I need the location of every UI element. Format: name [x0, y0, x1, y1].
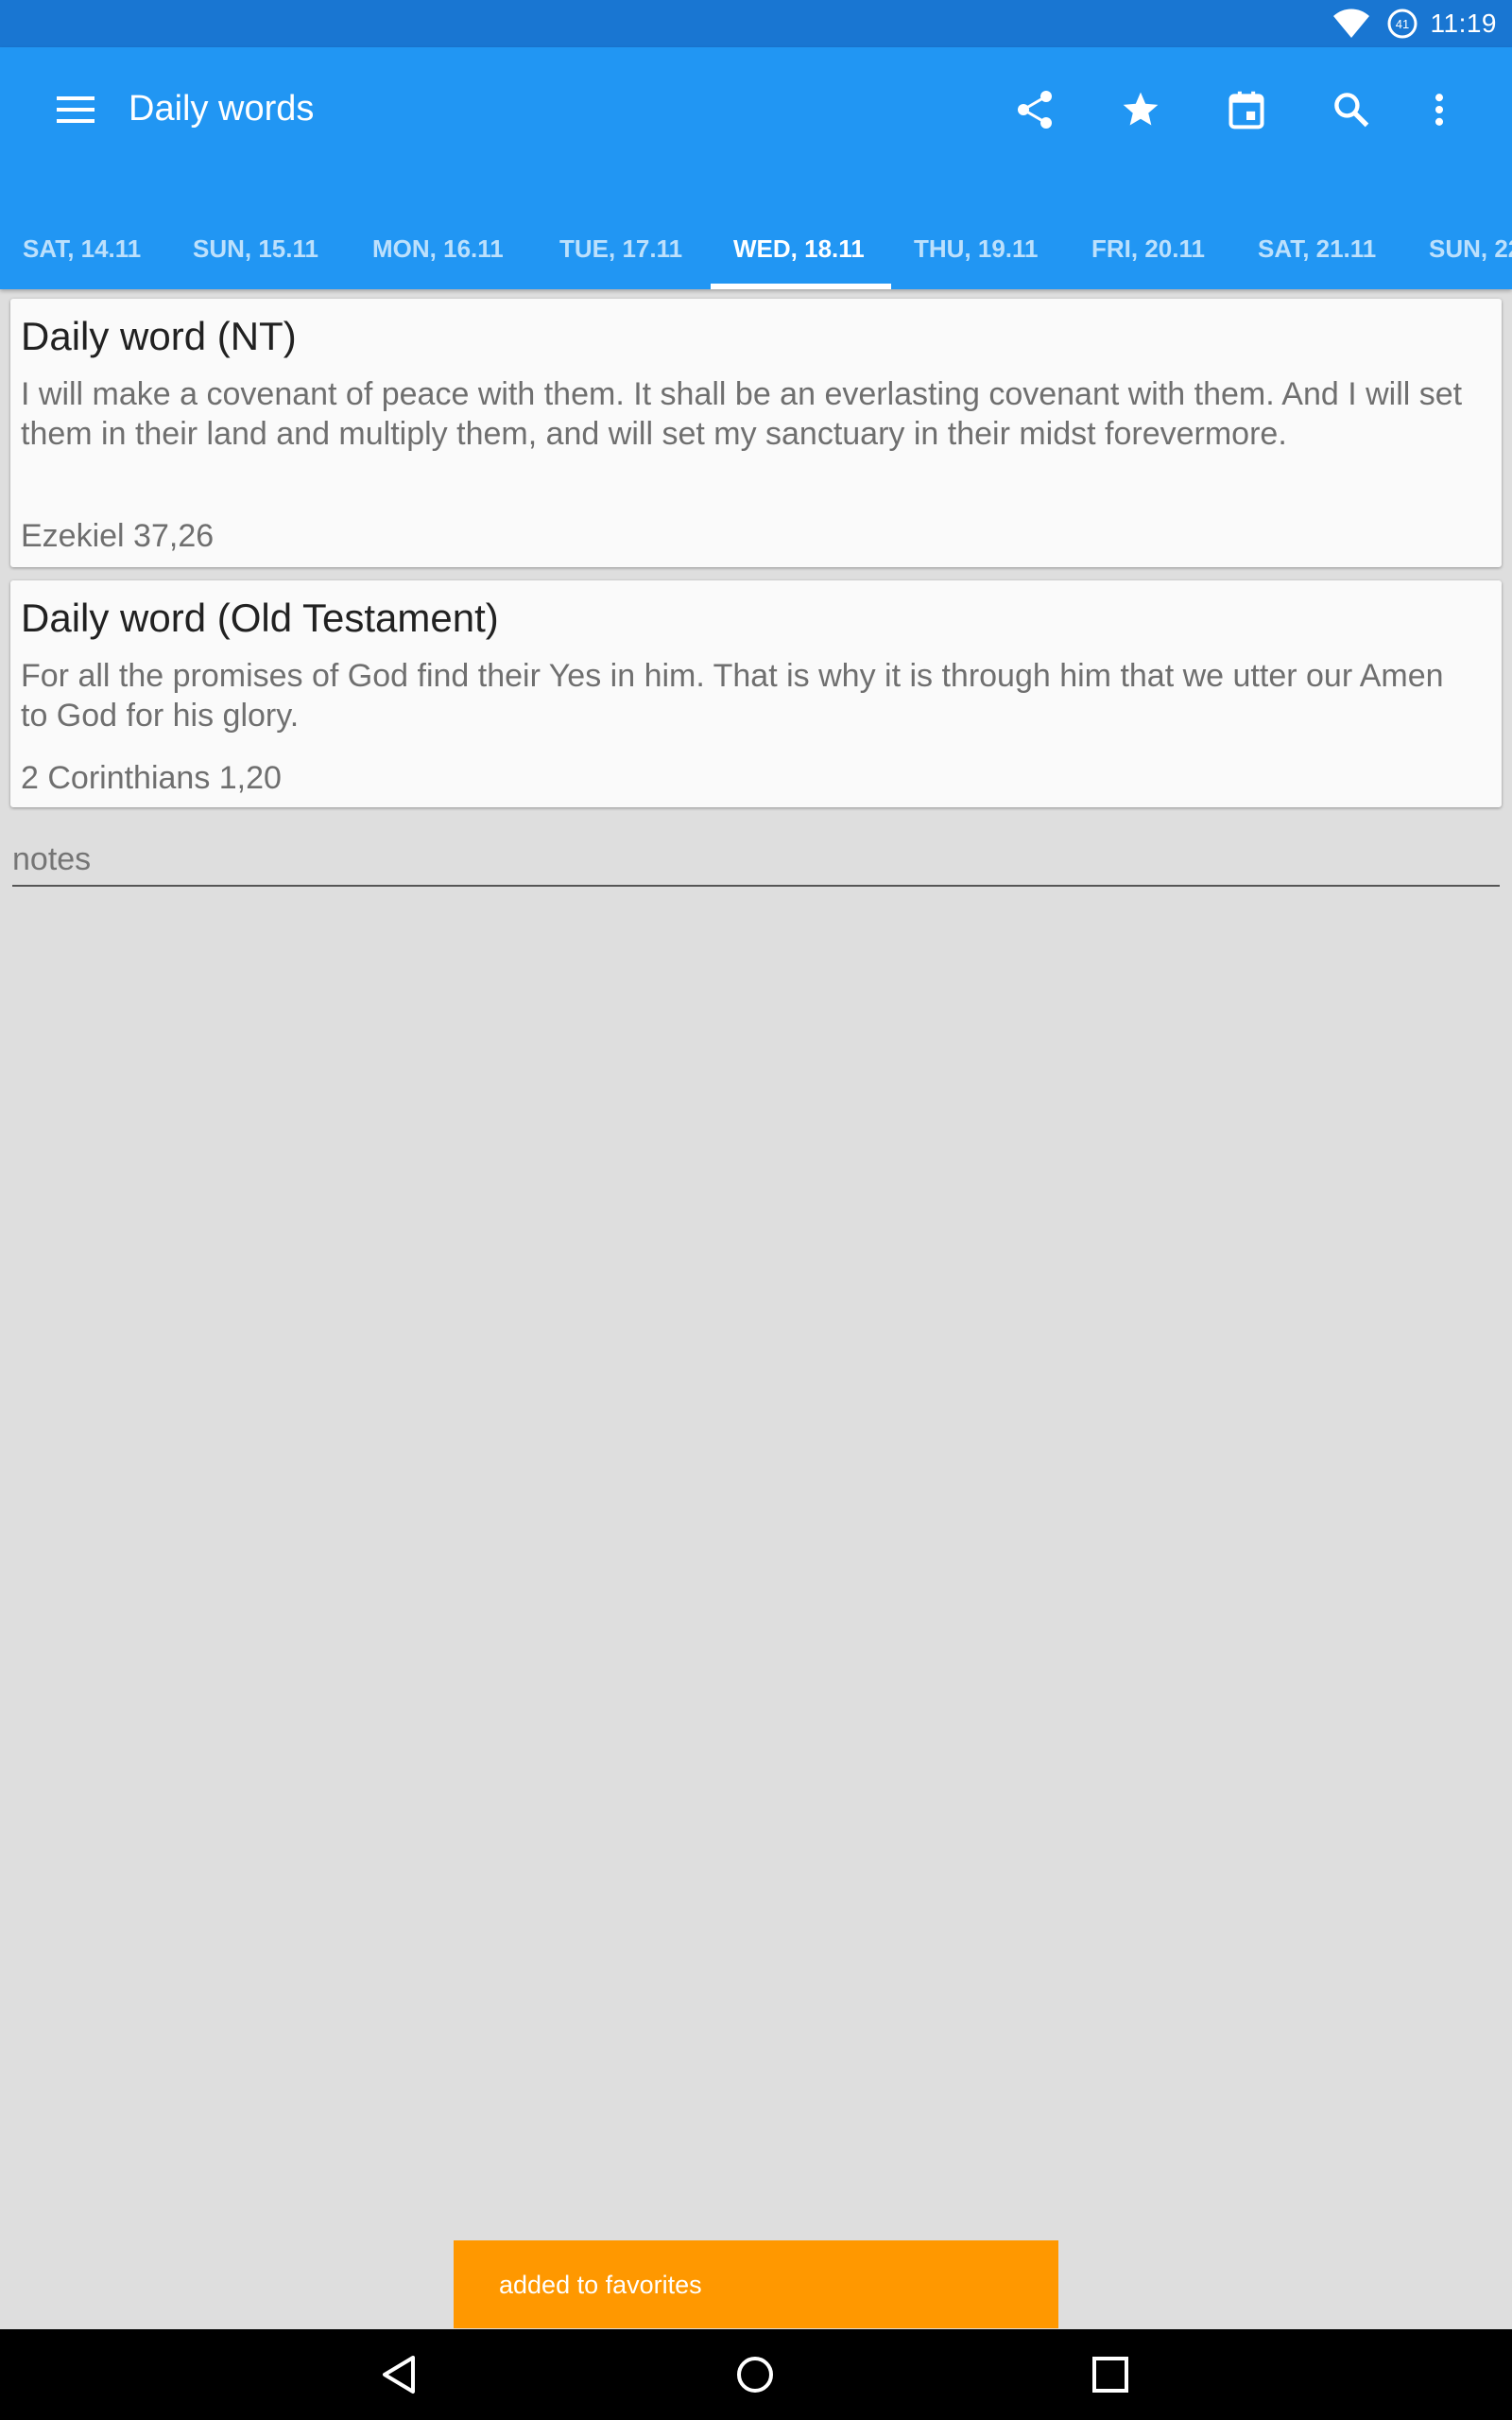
more-vert-icon: [1418, 89, 1460, 135]
main-content: Daily word (NT) I will make a covenant o…: [0, 289, 1512, 2329]
app-bar: Daily words SAT, 14.11 SUN, 15.11 MON, 1…: [0, 47, 1512, 289]
favorite-button[interactable]: [1110, 81, 1171, 142]
status-bar: 41 11:19: [0, 0, 1512, 47]
search-icon: [1331, 89, 1372, 135]
notes-field[interactable]: notes: [12, 836, 1500, 887]
notes-placeholder: notes: [12, 841, 92, 877]
card-verse-text: I will make a covenant of peace with the…: [21, 376, 1463, 452]
hamburger-menu-icon[interactable]: [57, 91, 94, 129]
tab-thu-19-11[interactable]: THU, 19.11: [914, 208, 1039, 289]
app-title: Daily words: [129, 89, 315, 129]
calendar-icon: [1226, 89, 1267, 135]
card-title: Daily word (Old Testament): [21, 596, 499, 640]
tab-sun-22-11[interactable]: SUN, 22.11: [1429, 208, 1512, 289]
card-reference: 2 Corinthians 1,20: [21, 760, 282, 796]
recents-icon[interactable]: [1082, 2346, 1139, 2403]
system-nav-bar: [0, 2329, 1512, 2420]
calendar-button[interactable]: [1216, 81, 1277, 142]
battery-level: 41: [1396, 17, 1409, 31]
share-button[interactable]: [1005, 81, 1065, 142]
tab-sat-21-11[interactable]: SAT, 21.11: [1258, 208, 1376, 289]
tab-sat-14-11[interactable]: SAT, 14.11: [23, 208, 141, 289]
card-title: Daily word (NT): [21, 314, 297, 358]
daily-word-card-nt: Daily word (NT) I will make a covenant o…: [10, 299, 1502, 567]
snackbar-message: added to favorites: [499, 2271, 702, 2299]
snackbar: added to favorites: [454, 2240, 1058, 2328]
daily-word-card-ot: Daily word (Old Testament) For all the p…: [10, 580, 1502, 807]
status-time: 11:19: [1430, 9, 1497, 38]
back-icon[interactable]: [371, 2346, 428, 2403]
wifi-icon: [1332, 8, 1370, 44]
search-button[interactable]: [1321, 81, 1382, 142]
card-verse-text: For all the promises of God find their Y…: [21, 658, 1444, 734]
home-icon[interactable]: [727, 2346, 783, 2403]
tab-sun-15-11[interactable]: SUN, 15.11: [193, 208, 318, 289]
tab-mon-16-11[interactable]: MON, 16.11: [372, 208, 504, 289]
tab-wed-18-11[interactable]: WED, 18.11: [733, 208, 865, 289]
tab-fri-20-11[interactable]: FRI, 20.11: [1091, 208, 1205, 289]
tab-tue-17-11[interactable]: TUE, 17.11: [559, 208, 682, 289]
card-reference: Ezekiel 37,26: [21, 518, 215, 554]
share-icon: [1014, 89, 1056, 135]
battery-icon: 41: [1387, 8, 1418, 44]
star-icon: [1120, 89, 1161, 135]
date-tabs: SAT, 14.11 SUN, 15.11 MON, 16.11 TUE, 17…: [0, 208, 1512, 289]
more-options-button[interactable]: [1409, 81, 1469, 142]
